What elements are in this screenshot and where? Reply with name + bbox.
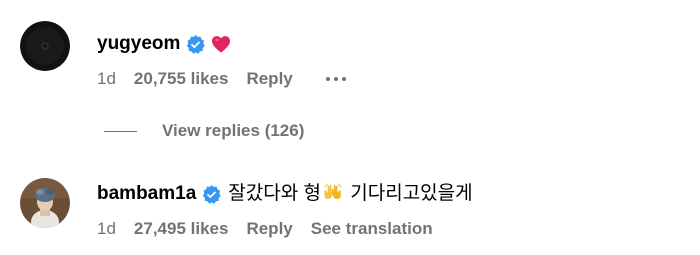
replies-divider (104, 130, 137, 132)
timestamp[interactable]: 1d (97, 218, 116, 240)
view-replies-label: View replies (126) (162, 121, 305, 140)
reply-button[interactable]: Reply (246, 218, 292, 240)
red-heart-icon (211, 35, 231, 53)
username[interactable]: yugyeom (97, 32, 180, 56)
see-translation-button[interactable]: See translation (311, 218, 433, 240)
comment-header: bambam1a 잘갔다와 형 기다리고있을게 (97, 182, 473, 206)
comment-text-part: 잘갔다와 형 (228, 183, 321, 204)
more-options-icon[interactable] (325, 77, 346, 81)
likes-count[interactable]: 27,495 likes (134, 218, 229, 240)
reply-button[interactable]: Reply (246, 68, 292, 90)
username[interactable]: bambam1a (97, 182, 196, 206)
verified-badge-icon (186, 34, 206, 54)
timestamp[interactable]: 1d (97, 68, 116, 90)
verified-badge-icon (202, 184, 221, 204)
avatar[interactable] (20, 21, 70, 71)
comment-meta: 1d 20,755 likes Reply (97, 68, 346, 90)
view-replies-button[interactable]: View replies (126) (104, 120, 304, 142)
comment-meta: 1d 27,495 likes Reply See translation (97, 218, 433, 240)
likes-count[interactable]: 20,755 likes (134, 68, 229, 90)
comment-text-part: 기다리고있을게 (344, 183, 473, 204)
raising-hands-icon (323, 182, 343, 202)
avatar[interactable] (20, 178, 70, 228)
comment-text: 잘갔다와 형 기다리고있을게 (228, 182, 472, 206)
comment-header: yugyeom (97, 32, 231, 56)
